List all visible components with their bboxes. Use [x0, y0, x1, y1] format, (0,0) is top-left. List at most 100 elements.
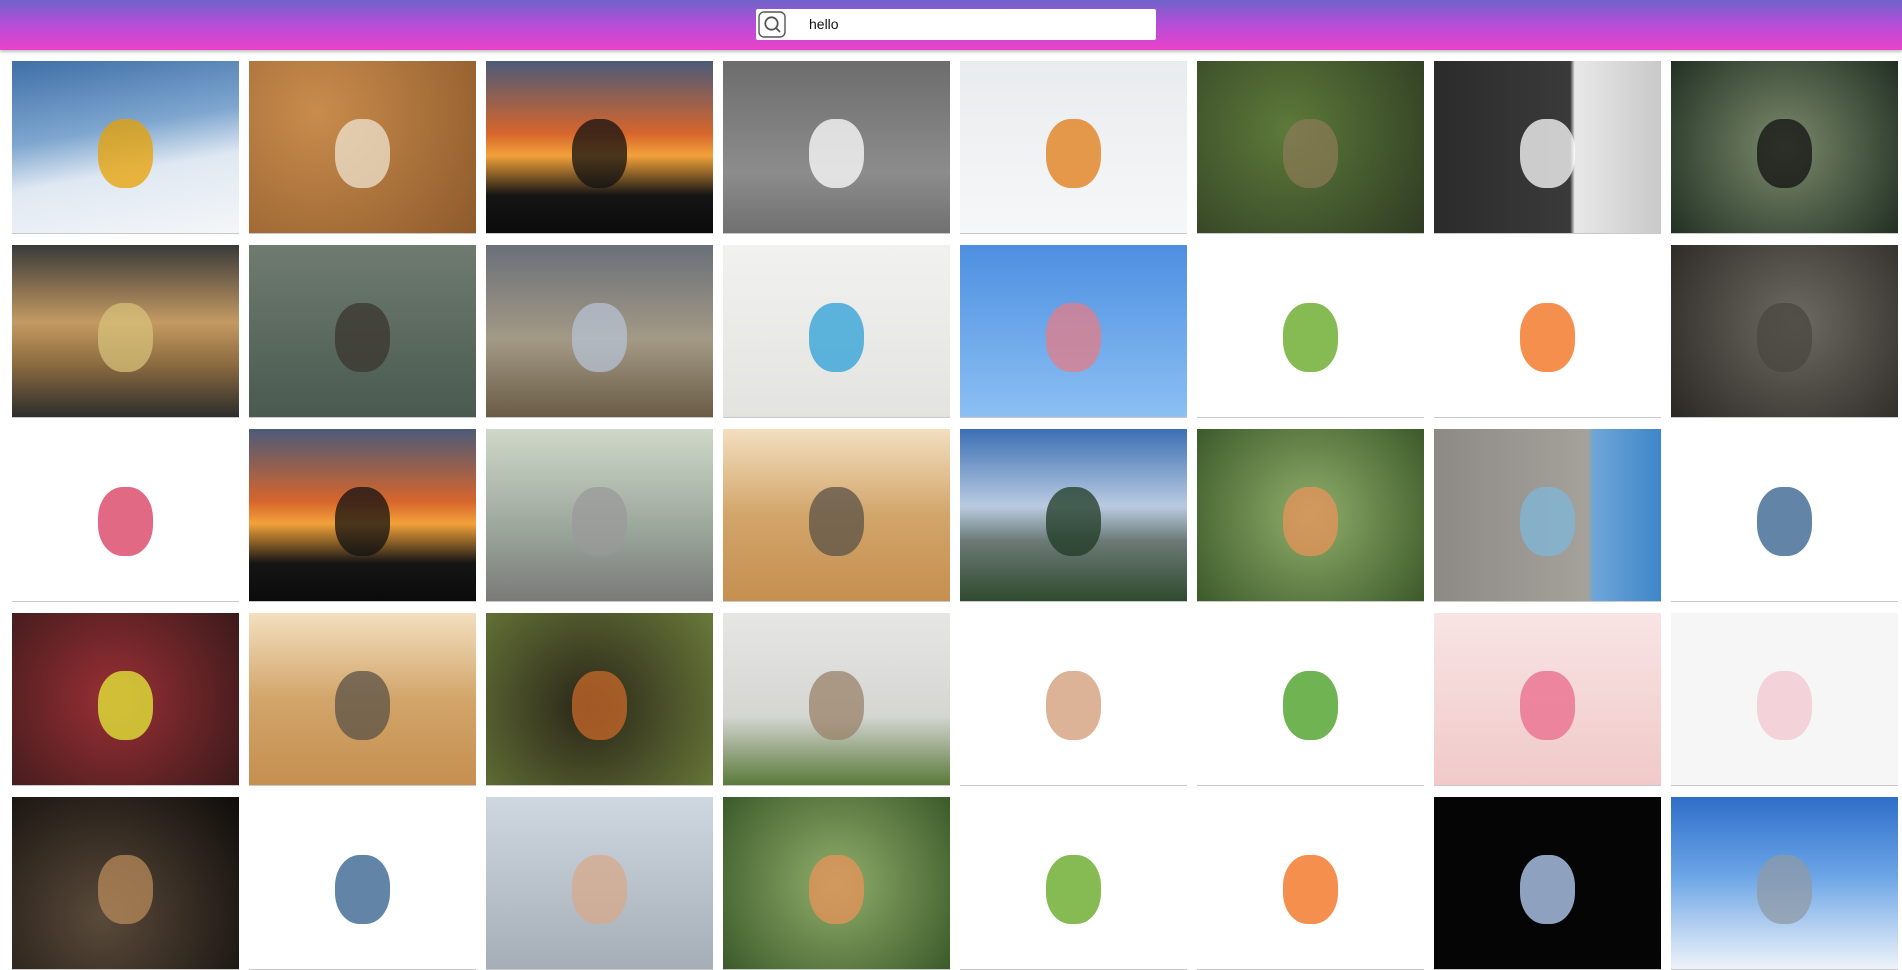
image-tile-cat-and-hand[interactable]: [723, 429, 950, 602]
image-thumbnail: [1197, 797, 1424, 969]
image-tile-mountain-forest-view[interactable]: [960, 429, 1187, 602]
image-tile-tortoise-closeup[interactable]: [1671, 245, 1898, 418]
image-subject: [1046, 671, 1101, 741]
image-subject: [1283, 671, 1338, 741]
image-subject: [1520, 303, 1575, 373]
image-subject: [1757, 671, 1812, 741]
image-subject: [1757, 855, 1812, 925]
image-tile-scrabble-tiles-all[interactable]: [249, 61, 476, 234]
image-thumbnail: [1197, 613, 1424, 785]
image-tile-hello-kitty-figure[interactable]: [723, 61, 950, 234]
image-thumbnail: [486, 797, 713, 969]
image-thumbnail: [1434, 61, 1661, 233]
image-subject: [1283, 119, 1338, 189]
image-thumbnail: [1434, 429, 1661, 601]
image-tile-frog-hello-light-switch[interactable]: [1197, 245, 1424, 418]
image-thumbnail: [12, 245, 239, 417]
image-tile-frog-figurine-waving[interactable]: [1197, 613, 1424, 786]
image-tile-hello-kitty-lollipop[interactable]: [12, 429, 239, 602]
image-thumbnail: [723, 61, 950, 233]
image-tile-hello-rainy-window[interactable]: [1671, 61, 1898, 234]
image-tile-notebook-hello-speech-bubbles[interactable]: [723, 245, 950, 418]
image-thumbnail: [723, 797, 950, 969]
image-subject: [1283, 303, 1338, 373]
search-bar[interactable]: [756, 9, 1156, 40]
image-thumbnail: [1671, 613, 1898, 785]
image-tile-flowers-in-vase-cafe[interactable]: [1197, 61, 1424, 234]
image-tile-beach-sunset-people[interactable]: [12, 245, 239, 418]
image-tile-cat-and-hand-2[interactable]: [249, 613, 476, 786]
image-tile-fox-cub-in-den[interactable]: [486, 613, 713, 786]
image-tile-skier-on-slope[interactable]: [12, 61, 239, 234]
image-subject: [98, 487, 153, 557]
image-tile-dog-hello-light-switch-2[interactable]: [1197, 797, 1424, 970]
image-thumbnail: [1197, 61, 1424, 233]
image-thumbnail: [249, 61, 476, 233]
image-thumbnail: [1671, 797, 1898, 969]
image-subject: [572, 855, 627, 925]
image-tile-cow-in-fog[interactable]: [723, 613, 950, 786]
search-icon[interactable]: [758, 11, 786, 38]
image-thumbnail: [12, 797, 239, 969]
image-tile-crane-in-field[interactable]: [486, 245, 713, 418]
image-thumbnail: [723, 613, 950, 785]
image-subject: [335, 855, 390, 925]
image-thumbnail: [723, 245, 950, 417]
image-thumbnail: [249, 797, 476, 969]
image-thumbnail: [1197, 429, 1424, 601]
image-thumbnail: [1434, 245, 1661, 417]
image-tile-hello-beautiful-wall[interactable]: [1434, 429, 1661, 602]
image-subject: [1757, 119, 1812, 189]
image-tile-waving-hand[interactable]: [960, 613, 1187, 786]
image-tile-hello-card-and-glasses[interactable]: [1671, 613, 1898, 786]
image-subject: [335, 671, 390, 741]
image-grid: [0, 0, 1902, 970]
image-thumbnail: [12, 613, 239, 785]
image-tile-seal-waving[interactable]: [249, 245, 476, 418]
image-subject: [1757, 303, 1812, 373]
image-subject: [98, 855, 153, 925]
image-subject: [1520, 671, 1575, 741]
image-subject: [1283, 487, 1338, 557]
image-thumbnail: [723, 429, 950, 601]
image-tile-stone-statue-waving[interactable]: [486, 429, 713, 602]
image-thumbnail: [960, 613, 1187, 785]
image-subject: [809, 487, 864, 557]
image-tile-hikers-silhouette-sunset[interactable]: [486, 61, 713, 234]
image-tile-frog-figurine-dark[interactable]: [12, 797, 239, 970]
image-tile-praying-hands[interactable]: [486, 797, 713, 970]
image-subject: [572, 119, 627, 189]
image-subject: [98, 671, 153, 741]
image-thumbnail: [1434, 797, 1661, 969]
image-subject: [1757, 487, 1812, 557]
image-thumbnail: [960, 245, 1187, 417]
image-tile-dog-hello-light-switch[interactable]: [1434, 245, 1661, 418]
search-input[interactable]: [809, 13, 1139, 35]
image-subject: [98, 119, 153, 189]
image-thumbnail: [1671, 429, 1898, 601]
image-subject: [1046, 487, 1101, 557]
image-tile-ostrich-open-beak[interactable]: [960, 245, 1187, 418]
image-subject: [98, 303, 153, 373]
image-tile-woman-yellow-dress-on-rug[interactable]: [12, 613, 239, 786]
image-subject: [809, 671, 864, 741]
image-tile-hello-mug-and-phone[interactable]: [960, 61, 1187, 234]
image-thumbnail: [486, 61, 713, 233]
image-subject: [809, 119, 864, 189]
image-tile-woman-surprised-red-hair-2[interactable]: [249, 797, 476, 970]
image-tile-bonjour-door[interactable]: [1434, 61, 1661, 234]
image-thumbnail: [249, 245, 476, 417]
image-thumbnail: [486, 429, 713, 601]
image-tile-water-splash-dark[interactable]: [1434, 797, 1661, 970]
image-tile-pink-flowers[interactable]: [1434, 613, 1661, 786]
image-tile-goose-closeup[interactable]: [1197, 429, 1424, 602]
image-subject: [809, 303, 864, 373]
image-tile-hikers-silhouette-sunset-2[interactable]: [249, 429, 476, 602]
image-tile-woman-surprised-red-hair[interactable]: [1671, 429, 1898, 602]
image-subject: [335, 119, 390, 189]
image-tile-goose-closeup-2[interactable]: [723, 797, 950, 970]
image-tile-dolphin-sky[interactable]: [1671, 797, 1898, 970]
image-subject: [1283, 855, 1338, 925]
image-tile-frog-hello-light-switch-2[interactable]: [960, 797, 1187, 970]
image-subject: [1046, 119, 1101, 189]
